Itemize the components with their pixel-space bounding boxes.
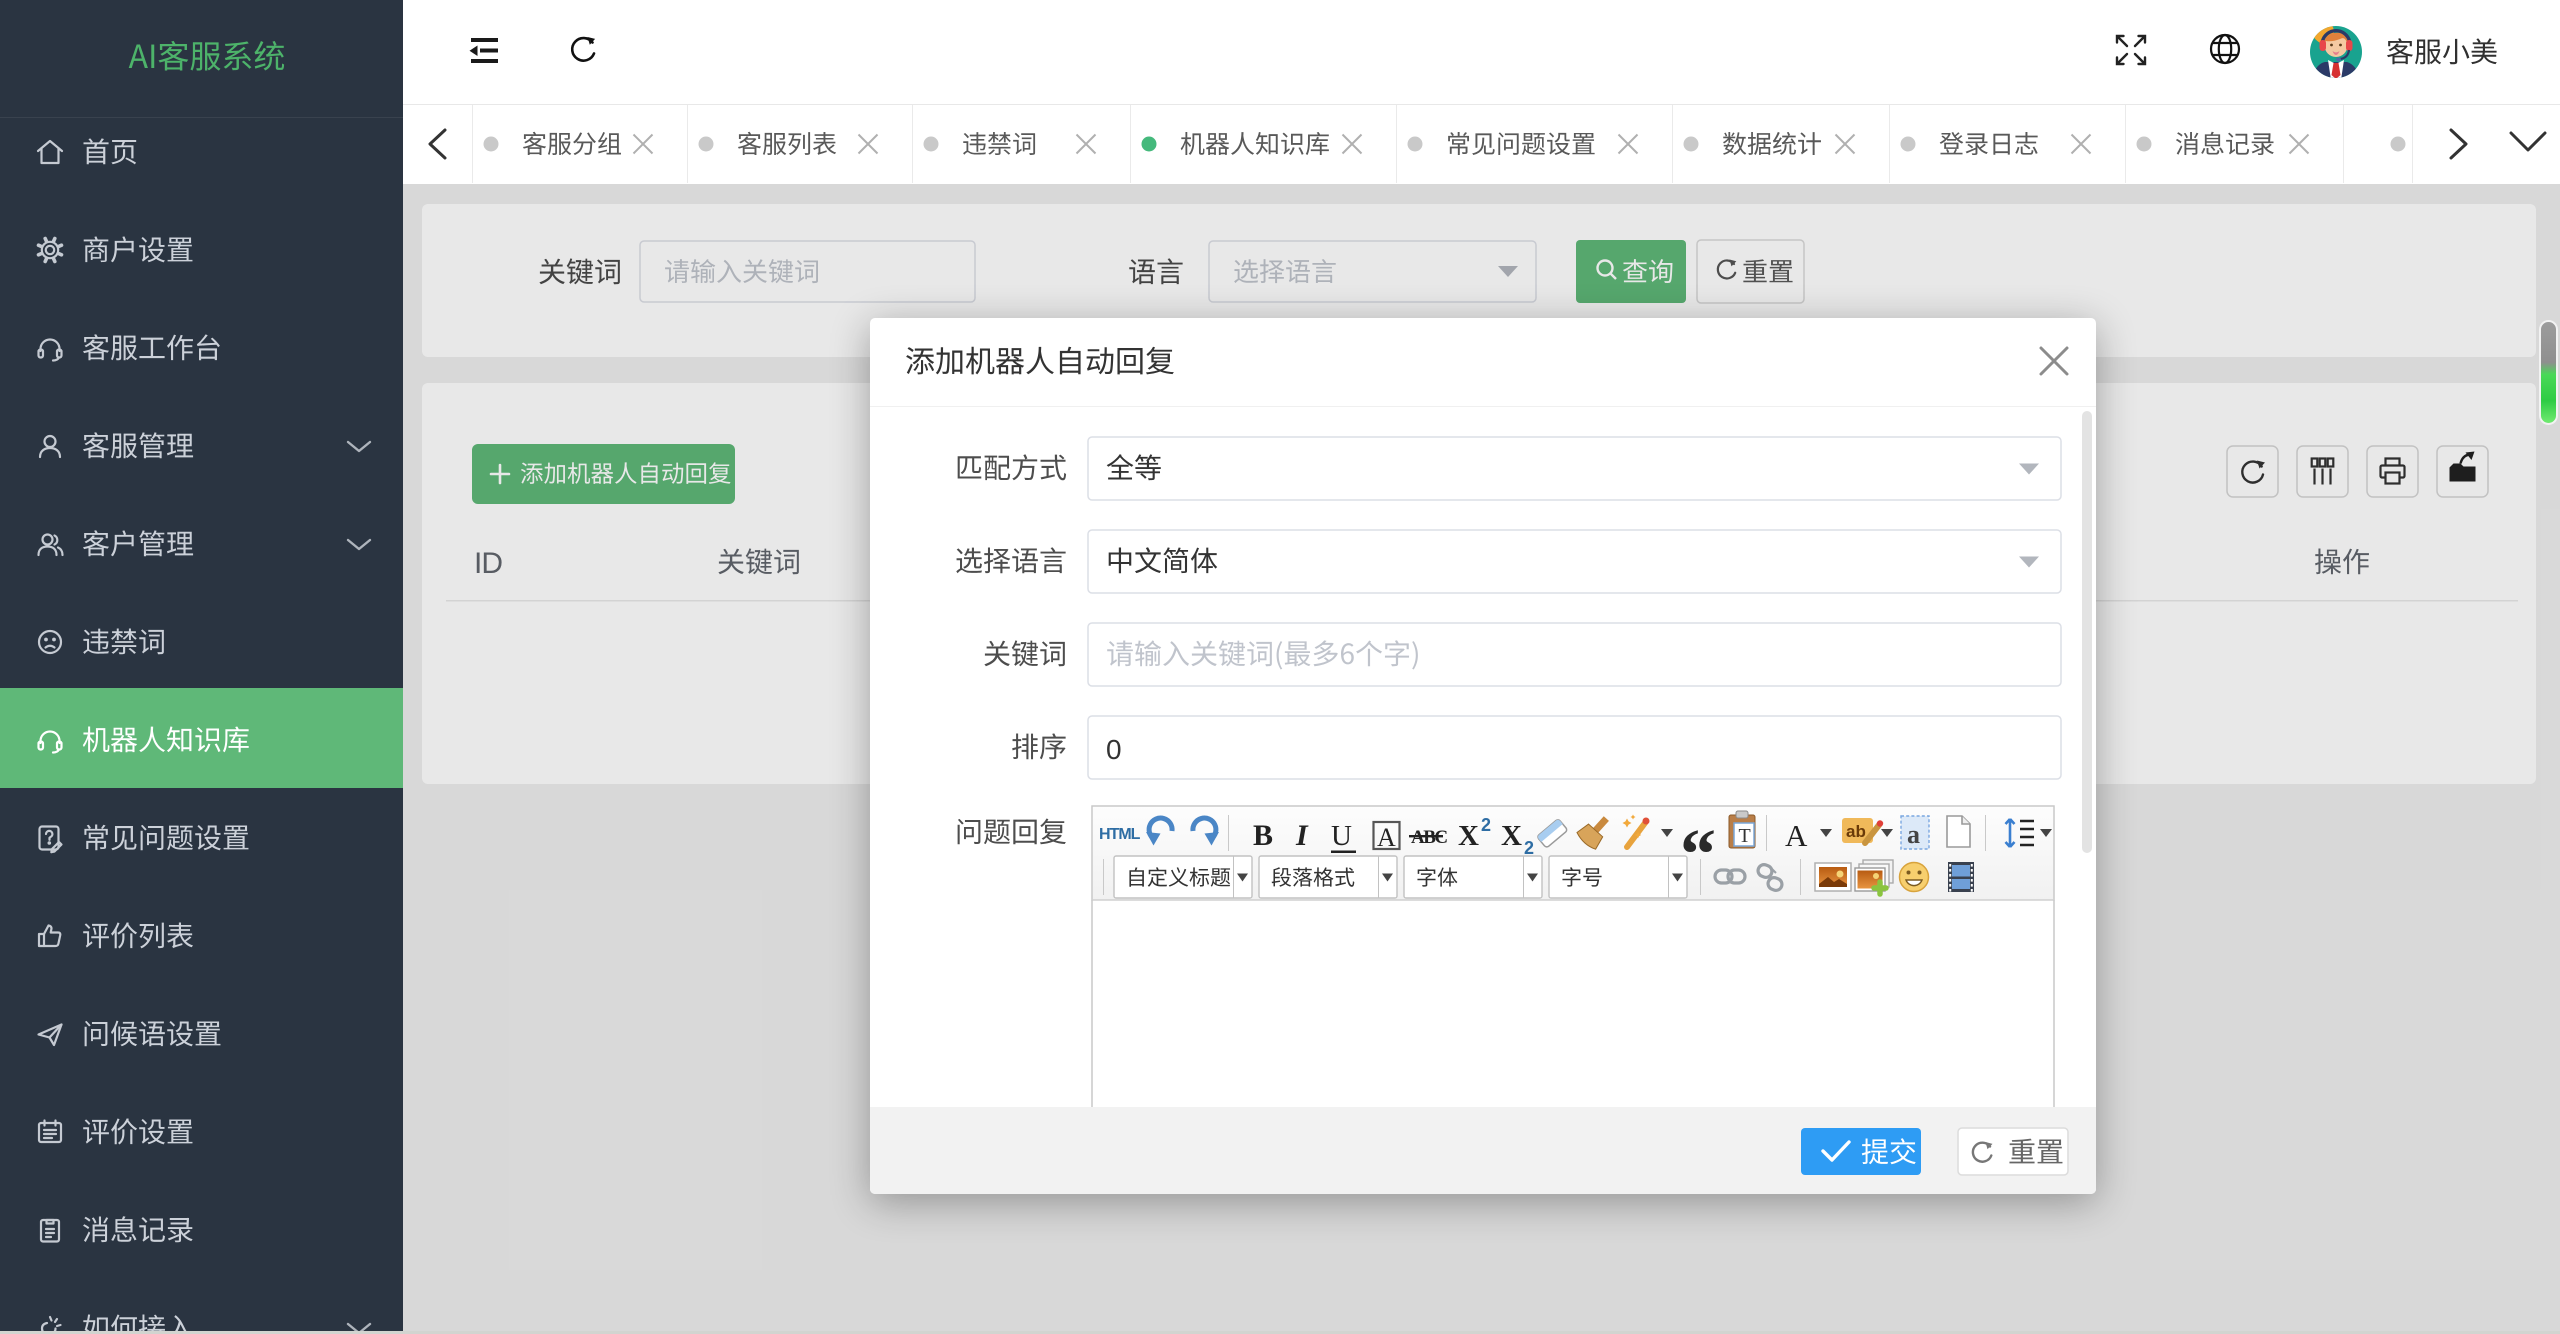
svg-text:A: A <box>1377 823 1396 852</box>
svg-text:ab: ab <box>1846 822 1866 841</box>
svg-text:a: a <box>1907 820 1920 849</box>
svg-text:HTML: HTML <box>1099 826 1141 843</box>
svg-text:X: X <box>1458 820 1479 852</box>
svg-text:I: I <box>1295 819 1309 852</box>
svg-text:2: 2 <box>1481 815 1491 835</box>
svg-text:X: X <box>1501 820 1522 852</box>
svg-text:U: U <box>1331 820 1352 852</box>
svg-text:ABC: ABC <box>1411 827 1447 848</box>
svg-text:0: 0 <box>1106 734 1122 765</box>
svg-text:2: 2 <box>1524 838 1534 858</box>
svg-text:A: A <box>1785 818 1808 853</box>
svg-text:T: T <box>1739 825 1751 847</box>
svg-text:B: B <box>1253 819 1273 852</box>
